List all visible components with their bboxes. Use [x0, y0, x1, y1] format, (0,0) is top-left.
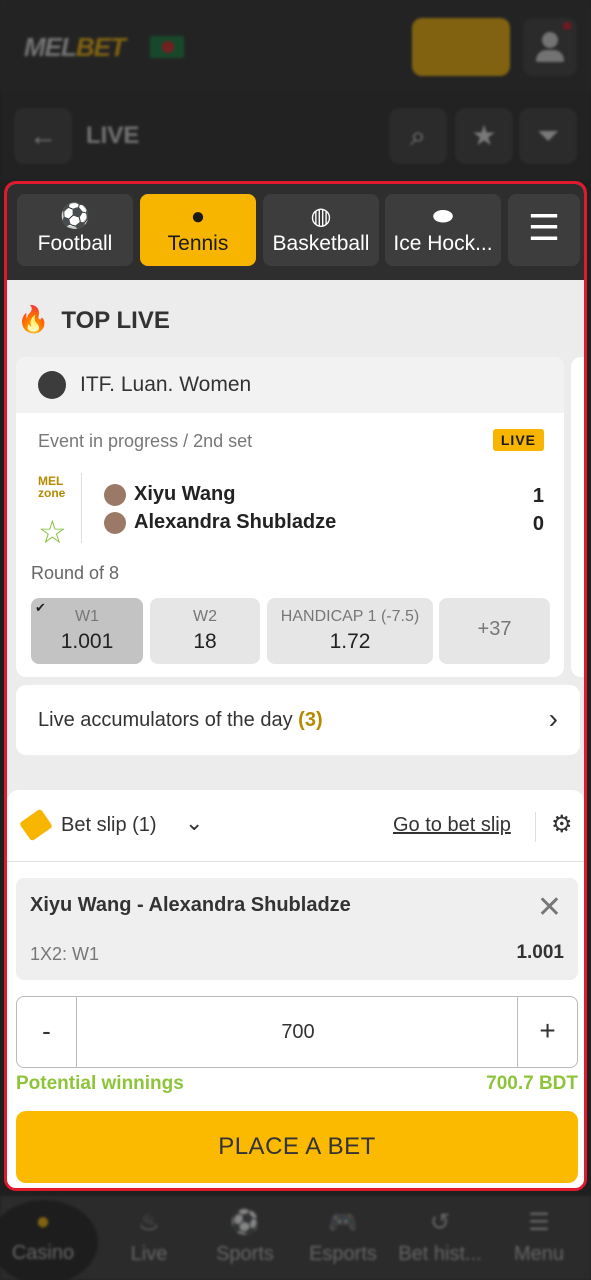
- notification-dot: [563, 22, 571, 30]
- sport-tabs: ⚽ Football ● Tennis ◍ Basketball ⬬ Ice H…: [7, 184, 584, 280]
- arrow-left-icon: ←: [29, 120, 57, 151]
- ticket-icon: [19, 808, 53, 842]
- live-badge: LIVE: [492, 429, 544, 451]
- team-2: Alexandra Shubladze: [104, 511, 336, 534]
- fire-icon: ♨: [138, 1209, 160, 1236]
- league-name: ITF. Luan. Women: [80, 373, 252, 396]
- stake-stepper: - 700 +: [16, 996, 578, 1068]
- user-icon: [542, 32, 558, 48]
- basketball-icon: ◍: [310, 203, 332, 230]
- bet-pick: Xiyu Wang - Alexandra Shubladze ✕ 1X2: W…: [16, 878, 578, 980]
- soccer-ball-icon: ⚽: [230, 1209, 260, 1236]
- casino-icon: ●: [35, 1208, 51, 1235]
- soccer-ball-icon: ⚽: [60, 203, 90, 230]
- user-button[interactable]: [523, 18, 577, 76]
- live-accumulators-row[interactable]: Live accumulators of the day (3) ›: [16, 685, 580, 755]
- tab-more-sports[interactable]: ☰: [508, 194, 580, 266]
- increase-stake-button[interactable]: +: [517, 997, 577, 1067]
- history-icon: ↺: [429, 1209, 451, 1236]
- more-markets-button[interactable]: +37: [439, 598, 550, 664]
- chevron-down-icon[interactable]: ⌄: [185, 810, 203, 836]
- event-card[interactable]: ITF. Luan. Women Event in progress / 2nd…: [16, 357, 564, 677]
- nav-bet-history[interactable]: ↺ Bet hist...: [395, 1208, 485, 1266]
- nav-sports[interactable]: ⚽ Sports: [200, 1208, 290, 1266]
- melbet-logo[interactable]: MELBET: [24, 32, 126, 63]
- back-button[interactable]: ←: [14, 108, 72, 164]
- filter-button[interactable]: ⏷: [519, 108, 577, 164]
- score-team-2: 0: [532, 513, 544, 535]
- gear-icon[interactable]: ⚙: [551, 810, 573, 839]
- divider: [535, 812, 536, 842]
- fire-icon: 🔥: [17, 304, 50, 334]
- decrease-stake-button[interactable]: -: [17, 997, 77, 1067]
- close-icon[interactable]: ✕: [537, 890, 562, 925]
- potential-winnings-label: Potential winnings: [16, 1073, 184, 1094]
- tab-ice-hockey[interactable]: ⬬ Ice Hock...: [385, 194, 501, 266]
- tennis-ball-icon: [38, 371, 66, 399]
- search-icon: ⌕: [410, 120, 426, 151]
- odd-handicap[interactable]: HANDICAP 1 (-7.5) 1.72: [267, 598, 433, 664]
- page-title: LIVE: [86, 122, 140, 149]
- next-event-card[interactable]: [571, 357, 584, 677]
- top-live-heading: 🔥 TOP LIVE: [17, 304, 170, 334]
- bet-slip-header: Bet slip (1) ⌄ Go to bet slip ⚙: [7, 790, 584, 862]
- favorite-star-icon[interactable]: ☆: [38, 513, 67, 551]
- tennis-ball-icon: ●: [190, 203, 206, 230]
- accumulators-count: (3): [298, 709, 323, 731]
- top-header: MELBET: [0, 0, 591, 94]
- player-avatar: [104, 483, 126, 506]
- bottom-nav: ● Casino ♨ Live ⚽ Sports 🎮 Esports ↺ Bet hist…: [0, 1196, 591, 1280]
- event-card-header: ITF. Luan. Women: [16, 357, 564, 413]
- login-button[interactable]: [412, 18, 510, 76]
- pick-market: 1X2: W1: [30, 944, 100, 964]
- chevron-right-icon: ›: [548, 703, 558, 734]
- bet-slip: Bet slip (1) ⌄ Go to bet slip ⚙ Xiyu Wan…: [7, 790, 584, 1188]
- nav-casino[interactable]: ● Casino: [0, 1208, 88, 1265]
- app-root: MELBET ← LIVE ⌕ ★ ⏷ ⚽ Football ● Tennis …: [0, 0, 591, 1280]
- nav-live[interactable]: ♨ Live: [104, 1208, 194, 1266]
- sub-header: ← LIVE ⌕ ★ ⏷: [0, 94, 591, 180]
- pick-odd: 1.001: [516, 942, 564, 963]
- check-icon: ✔: [35, 600, 46, 615]
- go-to-bet-slip-link[interactable]: Go to bet slip: [393, 814, 511, 837]
- score-team-1: 1: [532, 485, 544, 507]
- melzone-icon[interactable]: MEL zone: [38, 475, 65, 499]
- search-button[interactable]: ⌕: [389, 108, 447, 164]
- event-status: Event in progress / 2nd set: [38, 431, 253, 451]
- filter-icon: ⏷: [536, 120, 560, 151]
- tab-tennis[interactable]: ● Tennis: [140, 194, 256, 266]
- event-round: Round of 8: [31, 563, 120, 583]
- nav-esports[interactable]: 🎮 Esports: [298, 1208, 388, 1266]
- place-bet-button[interactable]: PLACE A BET: [16, 1111, 578, 1183]
- pick-teams: Xiyu Wang - Alexandra Shubladze: [30, 894, 351, 916]
- odd-w2[interactable]: W2 18: [150, 598, 260, 664]
- star-icon: ★: [471, 120, 497, 151]
- bet-slip-title[interactable]: Bet slip (1): [61, 814, 157, 837]
- favorites-button[interactable]: ★: [455, 108, 513, 164]
- player-avatar: [104, 511, 126, 534]
- flag-icon[interactable]: [150, 36, 184, 58]
- team-1: Xiyu Wang: [104, 483, 235, 506]
- menu-icon: ☰: [528, 1209, 550, 1236]
- nav-menu[interactable]: ☰ Menu: [494, 1208, 584, 1266]
- menu-list-icon: ☰: [527, 207, 561, 248]
- divider: [81, 473, 82, 543]
- tab-basketball[interactable]: ◍ Basketball: [263, 194, 379, 266]
- stake-input[interactable]: 700: [77, 997, 519, 1067]
- hockey-puck-icon: ⬬: [432, 203, 454, 230]
- tab-football[interactable]: ⚽ Football: [17, 194, 133, 266]
- potential-winnings-value: 700.7 BDT: [486, 1073, 578, 1094]
- gamepad-icon: 🎮: [328, 1209, 358, 1236]
- odd-w1[interactable]: ✔ W1 1.001: [31, 598, 143, 664]
- highlighted-panel: ⚽ Football ● Tennis ◍ Basketball ⬬ Ice H…: [4, 181, 587, 1191]
